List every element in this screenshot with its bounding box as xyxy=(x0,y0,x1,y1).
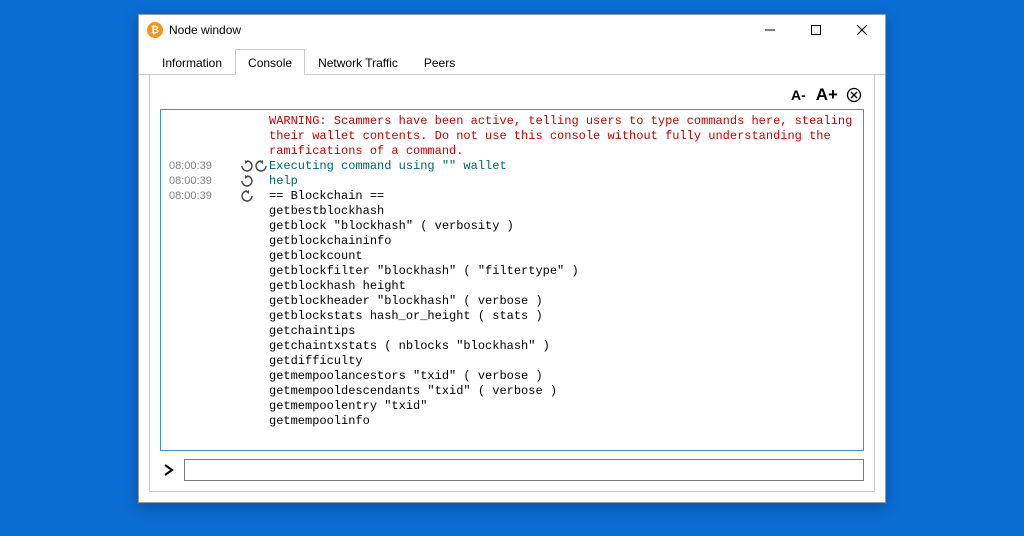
log-text: == Blockchain == getbestblockhash getblo… xyxy=(269,189,861,429)
console-warning-text: WARNING: Scammers have been active, tell… xyxy=(269,114,861,159)
log-text: Executing command using "" wallet xyxy=(269,159,861,174)
console-output-frame: WARNING: Scammers have been active, tell… xyxy=(160,109,864,451)
font-decrease-button[interactable]: A- xyxy=(789,87,808,103)
app-icon: ₿ xyxy=(147,22,163,38)
exec-icon xyxy=(241,159,269,172)
node-window: ₿ Node window Information Console Networ… xyxy=(138,14,886,503)
console-input-row xyxy=(160,459,864,481)
console-toolbar: A- A+ xyxy=(160,81,864,109)
log-timestamp: 08:00:39 xyxy=(169,159,241,174)
command-in-icon xyxy=(241,174,269,187)
console-input[interactable] xyxy=(184,459,864,481)
log-timestamp: 08:00:39 xyxy=(169,174,241,189)
tab-bar: Information Console Network Traffic Peer… xyxy=(139,45,885,75)
clear-icon xyxy=(846,87,862,103)
log-text: help xyxy=(269,174,861,189)
close-icon xyxy=(857,25,867,35)
close-button[interactable] xyxy=(839,15,885,45)
console-output[interactable]: WARNING: Scammers have been active, tell… xyxy=(161,110,863,450)
window-title: Node window xyxy=(169,23,241,37)
titlebar: ₿ Node window xyxy=(139,15,885,45)
command-out-icon xyxy=(241,189,269,202)
console-panel: A- A+ WARNING: Scammers have been active… xyxy=(149,75,875,492)
tab-peers[interactable]: Peers xyxy=(411,49,468,75)
tab-network-traffic[interactable]: Network Traffic xyxy=(305,49,411,75)
maximize-button[interactable] xyxy=(793,15,839,45)
log-timestamp: 08:00:39 xyxy=(169,189,241,204)
minimize-icon xyxy=(765,25,775,35)
clear-console-button[interactable] xyxy=(846,87,862,103)
console-log-row: 08:00:39 Executing command using "" wall… xyxy=(169,159,861,174)
tab-console[interactable]: Console xyxy=(235,49,305,75)
tab-information[interactable]: Information xyxy=(149,49,235,75)
console-log-row: 08:00:39 help xyxy=(169,174,861,189)
maximize-icon xyxy=(811,25,821,35)
window-controls xyxy=(747,15,885,45)
prompt-icon xyxy=(160,464,178,476)
minimize-button[interactable] xyxy=(747,15,793,45)
console-log-row: 08:00:39 == Blockchain == getbestblockha… xyxy=(169,189,861,429)
font-increase-button[interactable]: A+ xyxy=(814,85,840,105)
console-warning-row: WARNING: Scammers have been active, tell… xyxy=(169,114,861,159)
